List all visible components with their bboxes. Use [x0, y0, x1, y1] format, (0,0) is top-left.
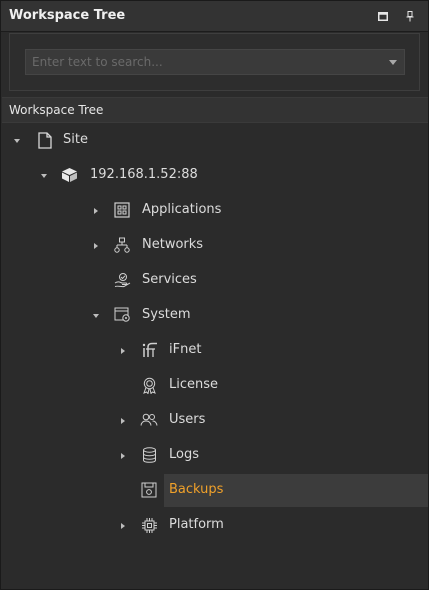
tree-node-site[interactable]: Site [2, 124, 428, 157]
expand-arrow-icon[interactable] [91, 241, 101, 251]
tree-node-label: iFnet [169, 342, 202, 357]
maximize-icon[interactable] [376, 9, 390, 23]
applications-icon [113, 201, 131, 219]
ifnet-icon [140, 341, 158, 359]
tree-node-label: Services [142, 272, 197, 287]
tree-header-label: Workspace Tree [9, 103, 104, 117]
search-area [9, 33, 420, 91]
expand-arrow-icon[interactable] [91, 206, 101, 216]
expand-arrow-icon[interactable] [12, 136, 22, 146]
users-icon [140, 411, 158, 429]
pin-icon[interactable] [403, 9, 417, 23]
panel-titlebar: Workspace Tree [1, 1, 428, 32]
tree-node-logs[interactable]: Logs [2, 439, 428, 472]
tree-node-label: Site [63, 132, 88, 147]
tree-node-system[interactable]: System [2, 299, 428, 332]
server-icon [60, 166, 78, 184]
tree-node-label: Networks [142, 237, 204, 252]
tree-node-networks[interactable]: Networks [2, 229, 428, 262]
expand-arrow-icon[interactable] [39, 171, 49, 181]
database-icon [140, 446, 158, 464]
tree-node-platform[interactable]: Platform [2, 509, 428, 542]
system-icon [113, 306, 131, 324]
tree-node-label: Backups [169, 482, 224, 497]
expand-arrow-icon[interactable] [118, 416, 128, 426]
tree-node-label: Applications [142, 202, 222, 217]
tree-node-label: Logs [169, 447, 199, 462]
tree-node-server[interactable]: 192.168.1.52:88 [2, 159, 428, 192]
tree-node-users[interactable]: Users [2, 404, 428, 437]
tree-node-services[interactable]: Services [2, 264, 428, 297]
panel-title: Workspace Tree [9, 8, 126, 23]
workspace-tree-panel: Workspace Tree Workspace Tree Site 192.1… [0, 0, 429, 590]
tree-node-license[interactable]: License [2, 369, 428, 402]
expand-arrow-icon[interactable] [118, 346, 128, 356]
services-icon [113, 271, 131, 289]
license-icon [140, 376, 158, 394]
backup-icon [140, 481, 158, 499]
tree-node-label: 192.168.1.52:88 [90, 167, 198, 182]
search-input[interactable] [26, 50, 372, 74]
tree-header: Workspace Tree [2, 97, 428, 123]
expand-arrow-icon[interactable] [118, 521, 128, 531]
network-icon [113, 236, 131, 254]
tree-node-label: License [169, 377, 219, 392]
chip-icon [140, 516, 158, 534]
search-combobox[interactable] [25, 49, 405, 75]
tree-node-label: Platform [169, 517, 224, 532]
expand-arrow-icon[interactable] [91, 311, 101, 321]
tree-node-ifnet[interactable]: iFnet [2, 334, 428, 367]
tree-node-backups[interactable]: Backups [2, 474, 428, 507]
tree-node-applications[interactable]: Applications [2, 194, 428, 227]
tree-node-label: System [142, 307, 191, 322]
expand-arrow-icon[interactable] [118, 451, 128, 461]
page-icon [36, 131, 54, 149]
tree-node-label: Users [169, 412, 206, 427]
chevron-down-icon[interactable] [389, 60, 397, 65]
